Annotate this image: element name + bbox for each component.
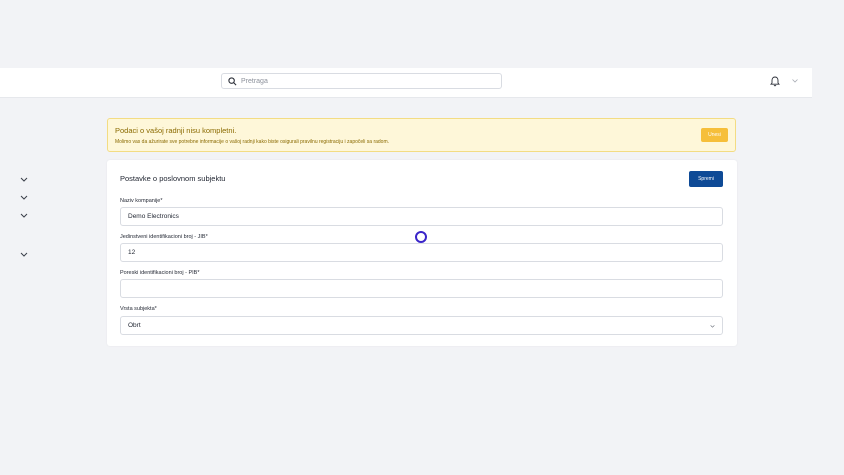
entity-type-value: Obrt: [128, 322, 141, 329]
entity-type-select[interactable]: Obrt: [120, 316, 723, 335]
pib-label: Poreski identifikacioni broj - PIB*: [120, 270, 200, 276]
save-button[interactable]: Spremi: [689, 171, 723, 187]
company-name-label: Naziv kompanije*: [120, 198, 163, 204]
entity-type-label: Vrsta subjekta*: [120, 306, 157, 312]
bell-icon[interactable]: [770, 76, 780, 87]
alert-title: Podaci o vašoj radnji nisu kompletni.: [115, 126, 237, 135]
chevron-down-icon[interactable]: [792, 79, 798, 83]
sidebar-group-chevron-icon[interactable]: [20, 252, 28, 257]
top-navigation-bar: [0, 68, 812, 98]
sidebar-group-chevron-icon[interactable]: [20, 213, 28, 218]
incomplete-data-alert: Podaci o vašoj radnji nisu kompletni. Mo…: [107, 118, 736, 152]
search-input[interactable]: [241, 77, 481, 85]
business-entity-settings-card: Postavke o poslovnom subjektu Spremi Naz…: [107, 160, 737, 346]
search-box[interactable]: [221, 73, 502, 89]
mouse-cursor-indicator: [415, 231, 427, 243]
search-icon: [228, 76, 237, 85]
jib-label: Jedinstveni identifikacioni broj - JIB*: [120, 234, 208, 240]
sidebar-group-chevron-icon[interactable]: [20, 195, 28, 200]
pib-field[interactable]: [120, 279, 723, 298]
sidebar-group-chevron-icon[interactable]: [20, 177, 28, 182]
jib-field[interactable]: [120, 243, 723, 262]
enter-data-button[interactable]: Unesi: [701, 128, 728, 142]
alert-message: Molimo vas da ažurirate sve potrebne inf…: [115, 139, 390, 145]
chevron-down-icon: [710, 325, 715, 328]
card-title: Postavke o poslovnom subjektu: [120, 174, 226, 183]
company-name-field[interactable]: [120, 207, 723, 226]
